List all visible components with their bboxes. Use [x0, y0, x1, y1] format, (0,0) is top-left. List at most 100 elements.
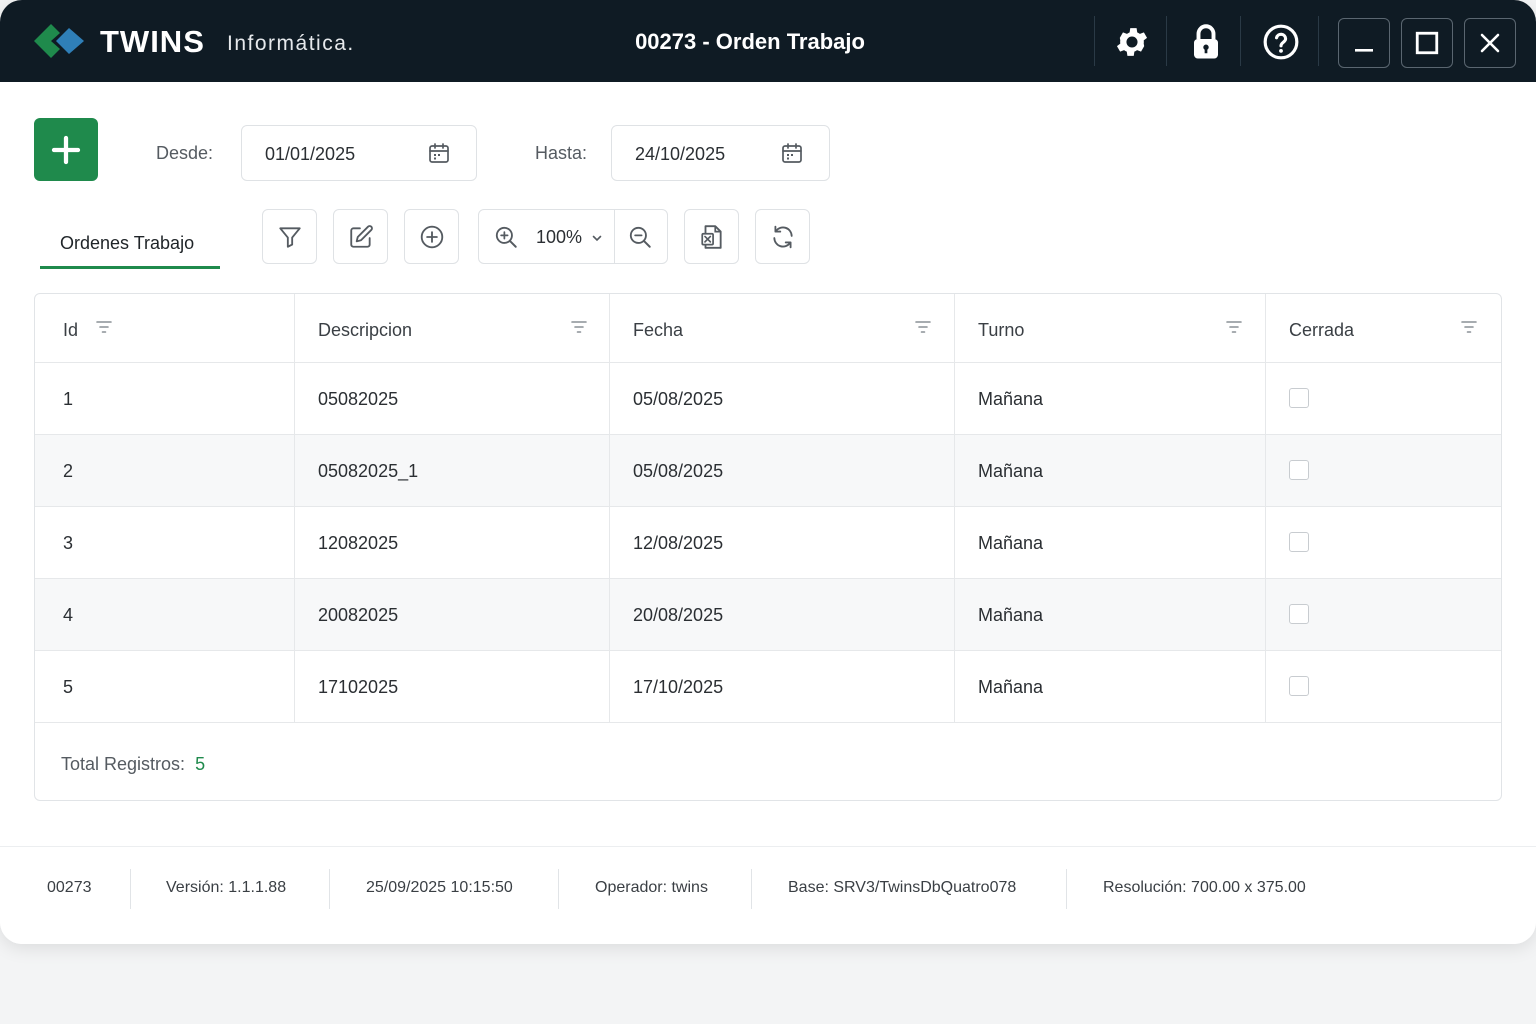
cell-turno: Mañana [955, 579, 1266, 650]
help-icon [1263, 24, 1299, 60]
cell-id: 1 [35, 363, 295, 434]
gear-icon [1116, 28, 1148, 56]
cell-text: 17/10/2025 [633, 677, 724, 697]
title-bar: TWINS Informática. 00273 - Orden Trabajo [0, 0, 1536, 82]
column-header-cerrada[interactable]: Cerrada [1266, 294, 1501, 362]
refresh-icon [772, 225, 793, 248]
column-header-label: Cerrada [1289, 320, 1355, 340]
cell-text: 05/08/2025 [633, 389, 724, 409]
tab-ordenes-trabajo[interactable]: Ordenes Trabajo [40, 226, 220, 269]
close-button[interactable] [1464, 18, 1516, 68]
column-filter-icon[interactable] [915, 320, 931, 334]
tab-label: Ordenes Trabajo [60, 233, 195, 253]
hasta-date-value: 24/10/2025 [635, 144, 726, 164]
column-header-label: Fecha [633, 320, 684, 340]
cell-text: 05082025_1 [318, 461, 419, 481]
column-filter-icon[interactable] [96, 320, 112, 334]
calendar-icon[interactable] [780, 141, 804, 165]
cerrada-checkbox[interactable] [1289, 532, 1309, 552]
settings-button[interactable] [1110, 20, 1154, 64]
status-divider [1066, 869, 1067, 909]
ordenes-table: Id Descripcion Fecha Turno Cerrada 1 050… [34, 293, 1502, 801]
cell-text: 12082025 [318, 533, 399, 553]
minimize-button[interactable] [1338, 18, 1390, 68]
cell-turno: Mañana [955, 507, 1266, 578]
filter-button[interactable] [262, 209, 317, 264]
column-filter-icon[interactable] [571, 320, 587, 334]
column-header-label: Id [63, 320, 79, 340]
cerrada-checkbox[interactable] [1289, 388, 1309, 408]
cell-text: Mañana [978, 389, 1044, 409]
zoom-level-select[interactable]: 100% [536, 226, 582, 248]
cerrada-checkbox[interactable] [1289, 460, 1309, 480]
cell-text: Mañana [978, 677, 1044, 697]
edit-button[interactable] [333, 209, 388, 264]
add-button[interactable] [34, 118, 98, 181]
excel-export-icon [700, 224, 722, 249]
edit-icon [349, 224, 373, 248]
desde-date-field[interactable]: 01/01/2025 [241, 125, 477, 181]
cell-cerrada [1266, 363, 1501, 434]
cell-cerrada [1266, 651, 1501, 722]
cell-text: 4 [63, 605, 74, 625]
cell-fecha: 12/08/2025 [610, 507, 955, 578]
cell-turno: Mañana [955, 435, 1266, 506]
cell-text: 05/08/2025 [633, 461, 724, 481]
twins-logo-icon [34, 24, 84, 58]
plus-icon [51, 135, 81, 164]
column-header-descripcion[interactable]: Descripcion [295, 294, 610, 362]
tab-active-indicator [40, 266, 220, 269]
minimize-icon [1355, 49, 1373, 52]
table-row[interactable]: 2 05082025_1 05/08/2025 Mañana [35, 435, 1501, 507]
cell-text: Mañana [978, 605, 1044, 625]
cell-text: 3 [63, 533, 74, 553]
zoom-in-icon[interactable] [493, 224, 519, 250]
cell-text: 17102025 [318, 677, 399, 697]
app-window: TWINS Informática. 00273 - Orden Trabajo [0, 0, 1536, 944]
cerrada-checkbox[interactable] [1289, 604, 1309, 624]
table-row[interactable]: 1 05082025 05/08/2025 Mañana [35, 363, 1501, 435]
cell-text: 12/08/2025 [633, 533, 724, 553]
add-circle-icon [420, 225, 443, 248]
cell-fecha: 05/08/2025 [610, 363, 955, 434]
cell-id: 3 [35, 507, 295, 578]
total-count: 5 [195, 754, 206, 774]
cell-descripcion: 05082025_1 [295, 435, 610, 506]
cell-fecha: 05/08/2025 [610, 435, 955, 506]
status-divider [558, 869, 559, 909]
column-filter-icon[interactable] [1461, 320, 1477, 334]
maximize-button[interactable] [1401, 18, 1453, 68]
close-icon [1480, 33, 1500, 53]
lock-button[interactable] [1184, 20, 1228, 64]
cell-descripcion: 12082025 [295, 507, 610, 578]
cerrada-checkbox[interactable] [1289, 676, 1309, 696]
add-record-button[interactable] [404, 209, 459, 264]
status-code: 00273 [47, 879, 92, 896]
table-row[interactable]: 4 20082025 20/08/2025 Mañana [35, 579, 1501, 651]
calendar-icon[interactable] [427, 141, 451, 165]
status-version: Versión: 1.1.1.88 [166, 879, 287, 896]
cell-fecha: 20/08/2025 [610, 579, 955, 650]
table-row[interactable]: 3 12082025 12/08/2025 Mañana [35, 507, 1501, 579]
help-button[interactable] [1259, 20, 1303, 64]
cell-text: 2 [63, 461, 74, 481]
hasta-label: Hasta: [535, 143, 588, 163]
column-header-turno[interactable]: Turno [955, 294, 1266, 362]
column-header-id[interactable]: Id [35, 294, 295, 362]
column-filter-icon[interactable] [1226, 320, 1242, 334]
status-operador: Operador: twins [595, 879, 708, 896]
hasta-date-field[interactable]: 24/10/2025 [611, 125, 830, 181]
status-resolucion: Resolución: 700.00 x 375.00 [1103, 879, 1306, 896]
zoom-out-icon[interactable] [627, 224, 653, 250]
cell-text: 1 [63, 389, 74, 409]
cell-text: 5 [63, 677, 74, 697]
export-excel-button[interactable] [684, 209, 739, 264]
refresh-button[interactable] [755, 209, 810, 264]
chevron-down-icon[interactable] [591, 232, 603, 244]
cell-text: Mañana [978, 461, 1044, 481]
cell-id: 4 [35, 579, 295, 650]
zoom-divider [614, 210, 615, 263]
table-row[interactable]: 5 17102025 17/10/2025 Mañana [35, 651, 1501, 723]
column-header-fecha[interactable]: Fecha [610, 294, 955, 362]
brand-name: TWINS [100, 24, 205, 59]
